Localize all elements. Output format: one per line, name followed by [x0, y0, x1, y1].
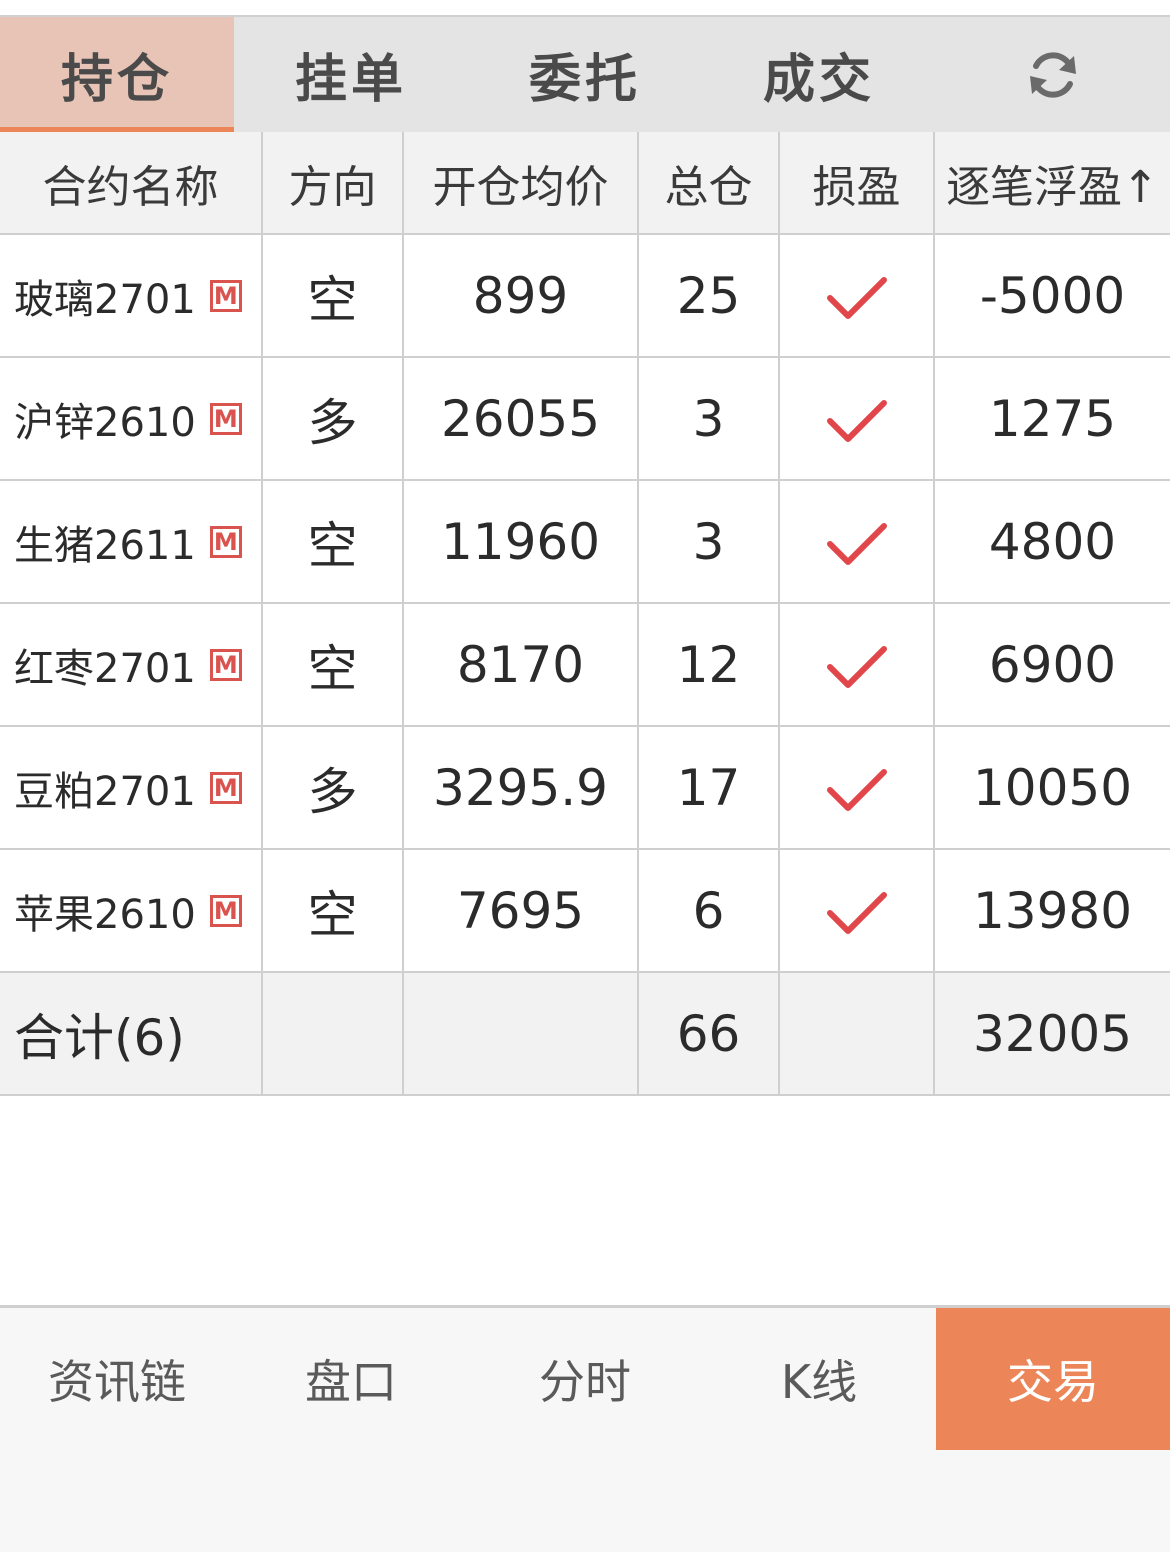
header-contract-name[interactable]: 合约名称	[0, 132, 263, 235]
bottom-nav-bar: 资讯链 盘口 分时 K线 交易	[0, 1305, 1170, 1552]
contract-name: 沪锌2610	[14, 399, 196, 446]
contract-name-cell: 红枣2701 M	[0, 603, 263, 727]
total-position-cell: 12	[638, 603, 780, 727]
table-row[interactable]: 沪锌2610 M 多 26055 3 1275	[0, 357, 1170, 481]
avg-price-cell: 3295.9	[403, 726, 639, 850]
contract-name: 红枣2701	[14, 645, 196, 692]
total-row: 合计(6) 66 32005	[0, 972, 1170, 1096]
contract-name: 豆粕2701	[14, 768, 196, 815]
direction-cell: 空	[262, 849, 404, 973]
avg-price-cell: 899	[403, 234, 639, 358]
total-position-cell: 6	[638, 849, 780, 973]
total-empty-cell	[403, 972, 639, 1096]
avg-price-cell: 26055	[403, 357, 639, 481]
nav-intraday[interactable]: 分时	[468, 1308, 702, 1450]
total-label: 合计(6)	[0, 972, 263, 1096]
tab-positions[interactable]: 持仓	[0, 17, 234, 132]
positions-table: 合约名称 方向 开仓均价 总仓 损盈 逐笔浮盈↑ 玻璃2701 M 空 899 2…	[0, 132, 1170, 1096]
header-floating-pnl-sort[interactable]: 逐笔浮盈↑	[934, 132, 1170, 235]
tab-trades[interactable]: 成交	[702, 17, 936, 132]
m-badge-icon: M	[209, 648, 242, 681]
contract-name-cell: 玻璃2701 M	[0, 234, 263, 358]
direction-cell: 空	[262, 603, 404, 727]
m-badge-icon: M	[209, 279, 242, 312]
header-stop-loss-profit[interactable]: 损盈	[779, 132, 935, 235]
m-badge-icon: M	[209, 771, 242, 804]
contract-name-cell: 苹果2610 M	[0, 849, 263, 973]
total-position-cell: 25	[638, 234, 780, 358]
header-avg-open-price[interactable]: 开仓均价	[403, 132, 639, 235]
table-row[interactable]: 红枣2701 M 空 8170 12 6900	[0, 603, 1170, 727]
floating-pnl-cell: 6900	[934, 603, 1170, 727]
total-empty-cell	[779, 972, 935, 1096]
avg-price-cell: 7695	[403, 849, 639, 973]
m-badge-icon: M	[209, 402, 242, 435]
avg-price-cell: 8170	[403, 603, 639, 727]
direction-cell: 空	[262, 234, 404, 358]
contract-name: 生猪2611	[14, 522, 196, 569]
total-empty-cell	[262, 972, 404, 1096]
avg-price-cell: 11960	[403, 480, 639, 604]
table-row[interactable]: 豆粕2701 M 多 3295.9 17 10050	[0, 726, 1170, 850]
floating-pnl-cell: 4800	[934, 480, 1170, 604]
nav-trade[interactable]: 交易	[936, 1308, 1170, 1450]
m-badge-icon: M	[209, 525, 242, 558]
stop-loss-profit-cell[interactable]	[779, 726, 935, 850]
contract-name-cell: 生猪2611 M	[0, 480, 263, 604]
floating-pnl-cell: -5000	[934, 234, 1170, 358]
trading-positions-screen: 持仓 挂单 委托 成交 合约名称 方向 开仓均价 总仓 损盈 逐笔浮盈↑ 玻璃2…	[0, 0, 1170, 1552]
checkmark-icon	[826, 892, 887, 934]
stop-loss-profit-cell[interactable]	[779, 234, 935, 358]
contract-name-cell: 沪锌2610 M	[0, 357, 263, 481]
table-row[interactable]: 苹果2610 M 空 7695 6 13980	[0, 849, 1170, 973]
total-position-cell: 3	[638, 357, 780, 481]
floating-pnl-cell: 1275	[934, 357, 1170, 481]
stop-loss-profit-cell[interactable]	[779, 357, 935, 481]
direction-cell: 多	[262, 357, 404, 481]
header-direction[interactable]: 方向	[262, 132, 404, 235]
total-position-sum: 66	[638, 972, 780, 1096]
table-header-row: 合约名称 方向 开仓均价 总仓 损盈 逐笔浮盈↑	[0, 132, 1170, 235]
refresh-icon	[1030, 51, 1076, 98]
nav-kline[interactable]: K线	[702, 1308, 936, 1450]
contract-name: 玻璃2701	[14, 276, 196, 323]
total-position-cell: 3	[638, 480, 780, 604]
refresh-button[interactable]	[936, 17, 1170, 132]
nav-news-chain[interactable]: 资讯链	[0, 1308, 234, 1450]
header-total-position[interactable]: 总仓	[638, 132, 780, 235]
checkmark-icon	[826, 646, 887, 688]
checkmark-icon	[826, 769, 887, 811]
checkmark-icon	[826, 400, 887, 442]
checkmark-icon	[826, 277, 887, 319]
stop-loss-profit-cell[interactable]	[779, 603, 935, 727]
direction-cell: 多	[262, 726, 404, 850]
total-pnl-sum: 32005	[934, 972, 1170, 1096]
stop-loss-profit-cell[interactable]	[779, 480, 935, 604]
tab-pending-orders[interactable]: 挂单	[234, 17, 468, 132]
contract-name-cell: 豆粕2701 M	[0, 726, 263, 850]
table-row[interactable]: 生猪2611 M 空 11960 3 4800	[0, 480, 1170, 604]
table-row[interactable]: 玻璃2701 M 空 899 25 -5000	[0, 234, 1170, 358]
stop-loss-profit-cell[interactable]	[779, 849, 935, 973]
direction-cell: 空	[262, 480, 404, 604]
tab-orders[interactable]: 委托	[468, 17, 702, 132]
nav-order-book[interactable]: 盘口	[234, 1308, 468, 1450]
floating-pnl-cell: 10050	[934, 726, 1170, 850]
floating-pnl-cell: 13980	[934, 849, 1170, 973]
checkmark-icon	[826, 523, 887, 565]
m-badge-icon: M	[209, 894, 242, 927]
total-position-cell: 17	[638, 726, 780, 850]
position-tabs: 持仓 挂单 委托 成交	[0, 15, 1170, 132]
contract-name: 苹果2610	[14, 891, 196, 938]
